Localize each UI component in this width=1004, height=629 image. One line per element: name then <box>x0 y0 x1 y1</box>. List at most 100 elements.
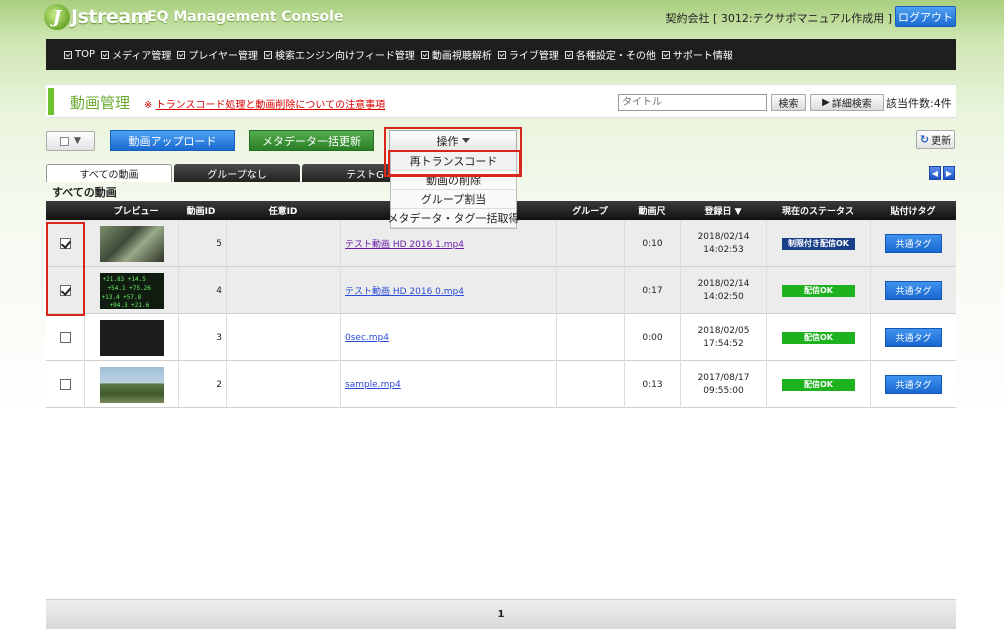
notice-link[interactable]: トランスコード処理と動画削除についての注意事項 <box>156 100 386 111</box>
nav-item-live[interactable]: ライブ管理 <box>497 47 559 62</box>
video-title-link[interactable]: 0sec.mp4 <box>345 333 389 343</box>
col-custom-id[interactable]: 任意ID <box>226 201 340 220</box>
date-cell: 2018/02/14 14:02:53 <box>680 220 766 267</box>
tab-scroll: ◀ ▶ <box>929 166 955 180</box>
table-row[interactable]: 3 0sec.mp4 0:00 2018/02/05 17:54:52 配信OK … <box>46 314 956 361</box>
col-status[interactable]: 現在のステータス <box>766 201 870 220</box>
play-triangle-icon: ▶ <box>822 97 830 108</box>
check-box-icon <box>564 50 573 59</box>
menu-item-delete[interactable]: 動画の削除 <box>391 171 516 190</box>
col-id[interactable]: 動画ID <box>178 201 224 220</box>
tag-cell: 共通タグ <box>870 267 956 314</box>
pager: 1 <box>46 599 956 629</box>
common-tag-button[interactable]: 共通タグ <box>885 281 942 300</box>
status-cell: 制限付き配信OK <box>766 220 870 267</box>
video-title-link[interactable]: テスト動画 HD 2016 1.mp4 <box>345 237 464 250</box>
tag-cell: 共通タグ <box>870 361 956 408</box>
status-badge: 配信OK <box>782 284 855 297</box>
jstream-logo[interactable]: J Jstream <box>44 3 150 31</box>
col-duration[interactable]: 動画尺 <box>624 201 680 220</box>
video-title-link[interactable]: テスト動画 HD 2016 0.mp4 <box>345 284 464 297</box>
nav-item-player[interactable]: プレイヤー管理 <box>177 47 258 62</box>
nav-label: 各種設定・その他 <box>575 51 656 62</box>
refresh-label: 更新 <box>931 136 952 147</box>
check-box-icon <box>661 50 670 59</box>
common-tag-button[interactable]: 共通タグ <box>885 328 942 347</box>
operation-dropdown-menu: 再トランスコード 動画の削除 グループ割当 メタデータ・タグ一括取得 <box>388 151 520 229</box>
video-thumbnail[interactable]: +21.83 +14.5 +54.1 +75.26 +13.4 +57.8 +9… <box>99 272 164 309</box>
tab-all-videos[interactable]: すべての動画 <box>46 164 172 182</box>
nav-item-analytics[interactable]: 動画視聴解析 <box>420 47 492 62</box>
preview-cell: +21.83 +14.5 +54.1 +75.26 +13.4 +57.8 +9… <box>84 267 178 314</box>
logout-button[interactable]: ログアウト <box>895 6 956 27</box>
nav-item-feed[interactable]: 検索エンジン向けフィード管理 <box>264 47 415 62</box>
id-cell: 2 <box>178 361 226 408</box>
nav-item-media[interactable]: メディア管理 <box>101 47 171 62</box>
group-cell <box>556 267 624 314</box>
nav-item-settings[interactable]: 各種設定・その他 <box>564 47 656 62</box>
nav-item-top[interactable]: TOP <box>64 49 95 60</box>
duration-cell: 0:10 <box>624 220 680 267</box>
date-value: 2018/02/14 <box>697 278 750 289</box>
date-cell: 2018/02/14 14:02:50 <box>680 267 766 314</box>
status-badge: 制限付き配信OK <box>782 237 855 250</box>
duration-cell: 0:17 <box>624 267 680 314</box>
nav-label: プレイヤー管理 <box>188 51 259 62</box>
select-all-dropdown[interactable]: ▼ <box>46 131 95 151</box>
result-count: 該当件数:4件 <box>886 97 952 110</box>
upload-button[interactable]: 動画アップロード <box>110 130 235 151</box>
col-date[interactable]: 登録日 ▼ <box>680 201 766 220</box>
notice: ※ トランスコード処理と動画削除についての注意事項 <box>144 96 385 111</box>
title-cell: 0sec.mp4 <box>340 314 556 361</box>
nav-label: メディア管理 <box>112 51 172 62</box>
page-title: 動画管理 <box>70 94 131 112</box>
col-preview: プレビュー <box>113 207 159 217</box>
video-thumbnail[interactable] <box>99 366 164 403</box>
nav-label: TOP <box>75 49 96 60</box>
advanced-search-button[interactable]: ▶ 詳細検索 <box>810 94 884 111</box>
time-value: 09:55:00 <box>703 385 744 396</box>
preview-cell <box>84 314 178 361</box>
nav-item-support[interactable]: サポート情報 <box>661 47 733 62</box>
date-cell: 2017/08/17 09:55:00 <box>680 361 766 408</box>
preview-cell <box>84 361 178 408</box>
nav-label: 検索エンジン向けフィード管理 <box>275 51 415 62</box>
time-value: 14:02:53 <box>703 244 744 255</box>
common-tag-button[interactable]: 共通タグ <box>885 234 942 253</box>
date-value: 2018/02/14 <box>697 231 750 242</box>
time-value: 17:54:52 <box>703 338 744 349</box>
operation-button[interactable]: 操作 <box>389 130 517 151</box>
tag-cell: 共通タグ <box>870 220 956 267</box>
custom-id-cell <box>226 220 340 267</box>
table-row[interactable]: 2 sample.mp4 0:13 2017/08/17 09:55:00 配信O… <box>46 361 956 408</box>
metadata-bulk-update-button[interactable]: メタデータ一括更新 <box>249 130 374 151</box>
menu-item-assign-group[interactable]: グループ割当 <box>391 190 516 209</box>
row-checkbox[interactable] <box>59 238 71 249</box>
row-checkbox-cell <box>46 220 84 267</box>
page-number-current[interactable]: 1 <box>498 609 505 620</box>
menu-item-retranscode[interactable]: 再トランスコード <box>391 152 516 171</box>
caret-down-icon: ▼ <box>74 136 81 146</box>
row-checkbox[interactable] <box>59 379 71 390</box>
search-input[interactable] <box>618 94 767 111</box>
refresh-button[interactable]: ↻ 更新 <box>916 130 955 149</box>
row-checkbox-cell <box>46 267 84 314</box>
check-box-icon <box>101 50 110 59</box>
table-row[interactable]: +21.83 +14.5 +54.1 +75.26 +13.4 +57.8 +9… <box>46 267 956 314</box>
duration-cell: 0:00 <box>624 314 680 361</box>
arrow-left-icon[interactable]: ◀ <box>929 166 941 180</box>
video-title-link[interactable]: sample.mp4 <box>345 380 401 390</box>
video-thumbnail[interactable] <box>99 319 164 356</box>
row-checkbox[interactable] <box>59 285 71 296</box>
operation-label: 操作 <box>436 134 459 148</box>
search-button[interactable]: 検索 <box>771 94 806 111</box>
common-tag-button[interactable]: 共通タグ <box>885 375 942 394</box>
tab-no-group[interactable]: グループなし <box>174 164 300 182</box>
custom-id-cell <box>226 361 340 408</box>
row-checkbox[interactable] <box>59 332 71 343</box>
logo-j-mark: J <box>44 4 70 30</box>
menu-item-bulk-fetch-metadata[interactable]: メタデータ・タグ一括取得 <box>388 209 520 228</box>
arrow-right-icon[interactable]: ▶ <box>943 166 955 180</box>
main-nav: TOP メディア管理 プレイヤー管理 検索エンジン向けフィード管理 動画視聴解析… <box>46 39 956 70</box>
video-thumbnail[interactable] <box>99 225 164 262</box>
